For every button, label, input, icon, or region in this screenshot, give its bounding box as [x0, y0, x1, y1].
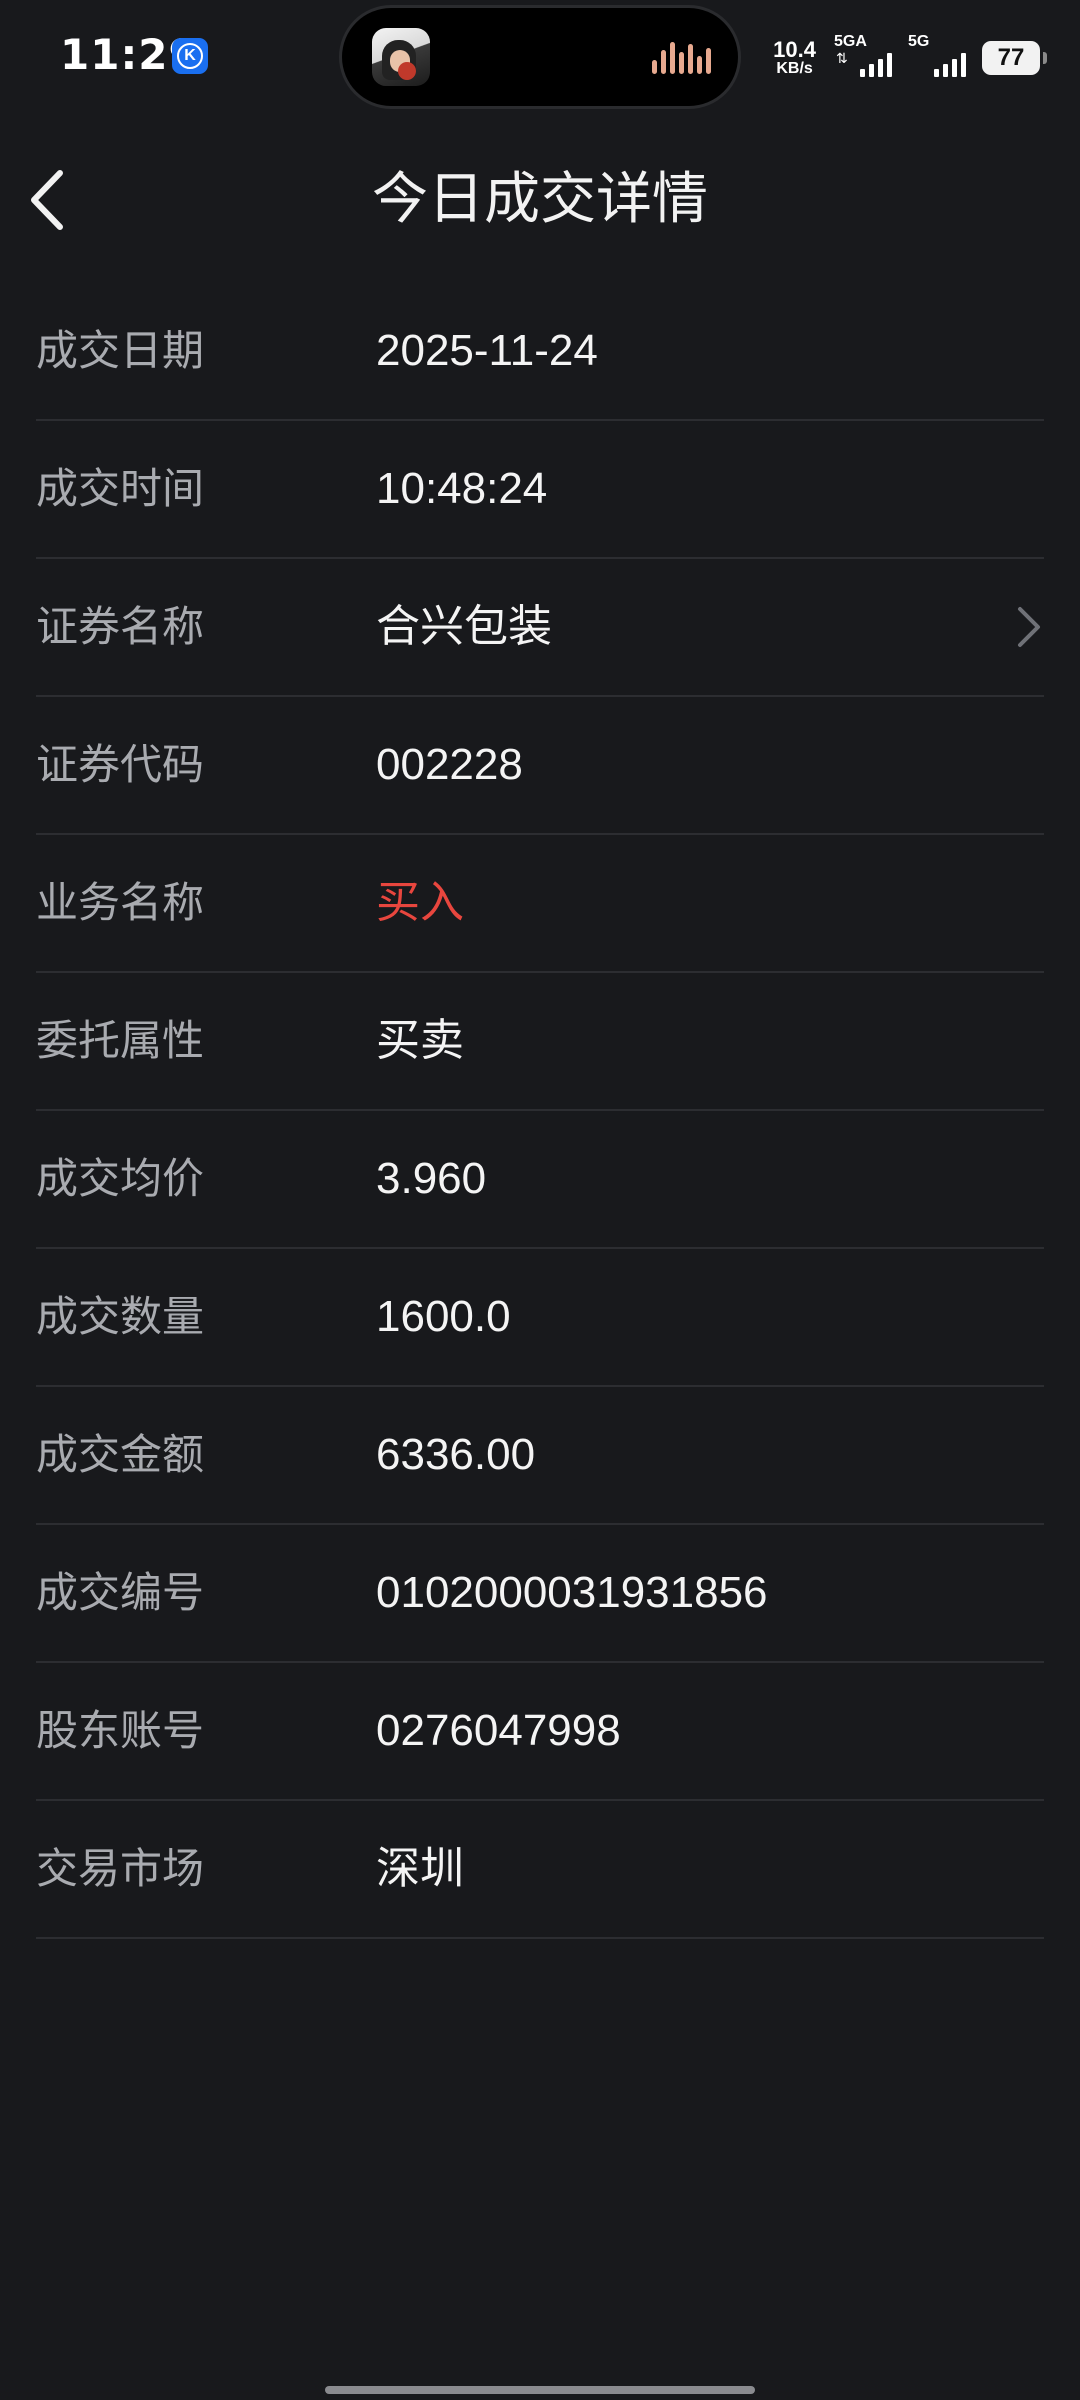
detail-label: 成交均价: [36, 1154, 205, 1203]
detail-label: 委托属性: [36, 1016, 205, 1065]
detail-value: 0276047998: [376, 1706, 621, 1755]
dynamic-island[interactable]: [342, 8, 738, 106]
detail-value: 合兴包装: [376, 601, 552, 652]
detail-value: 0102000031931856: [376, 1568, 768, 1617]
detail-row-market: 交易市场 深圳: [36, 1801, 1044, 1939]
status-bar: 11:29 K 10.4 KB/s 5GA ⇅ 5G 77: [0, 0, 1080, 116]
screen: 11:29 K 10.4 KB/s 5GA ⇅ 5G 77 今日成交详情 成交日…: [0, 0, 1080, 2400]
network-speed: 10.4 KB/s: [773, 39, 816, 77]
detail-label: 证券代码: [36, 740, 205, 789]
detail-value: 6336.00: [376, 1430, 536, 1479]
battery-icon: 77: [982, 41, 1047, 75]
detail-value-buy: 买入: [376, 877, 464, 928]
detail-value: 10:48:24: [376, 464, 548, 513]
detail-row-security-code: 证券代码 002228: [36, 697, 1044, 835]
detail-row-order-attribute: 委托属性 买卖: [36, 973, 1044, 1111]
trade-detail-list: 成交日期 2025-11-24 成交时间 10:48:24 证券名称 合兴包装 …: [36, 283, 1044, 1939]
detail-value: 002228: [376, 740, 523, 789]
detail-label: 交易市场: [36, 1844, 205, 1893]
page-title: 今日成交详情: [372, 167, 708, 232]
network-speed-unit: KB/s: [776, 60, 813, 77]
detail-row-quantity: 成交数量 1600.0: [36, 1249, 1044, 1387]
detail-row-avg-price: 成交均价 3.960: [36, 1111, 1044, 1249]
detail-label: 成交数量: [36, 1292, 205, 1341]
detail-row-trade-time: 成交时间 10:48:24: [36, 421, 1044, 559]
sim2-label: 5G: [908, 33, 930, 50]
audio-wave-icon: [652, 42, 712, 74]
detail-label: 股东账号: [36, 1706, 205, 1755]
detail-value: 2025-11-24: [376, 326, 598, 375]
music-app-icon: [372, 28, 430, 86]
detail-row-trade-number: 成交编号 0102000031931856: [36, 1525, 1044, 1663]
k-badge: K: [177, 43, 203, 69]
detail-row-amount: 成交金额 6336.00: [36, 1387, 1044, 1525]
detail-value: 深圳: [376, 1843, 464, 1894]
detail-value: 1600.0: [376, 1292, 511, 1341]
nav-bar: 今日成交详情: [0, 140, 1080, 260]
detail-value: 买卖: [376, 1015, 464, 1066]
detail-row-business-name: 业务名称 买入: [36, 835, 1044, 973]
detail-label: 成交编号: [36, 1568, 205, 1617]
detail-value: 3.960: [376, 1154, 487, 1203]
detail-label: 成交日期: [36, 326, 205, 375]
k-app-icon: K: [172, 38, 208, 74]
detail-label: 证券名称: [36, 602, 205, 651]
detail-label: 业务名称: [36, 878, 205, 927]
data-arrows-icon: ⇅: [836, 51, 848, 67]
detail-row-security-name[interactable]: 证券名称 合兴包装: [36, 559, 1044, 697]
home-indicator[interactable]: [325, 2386, 755, 2394]
detail-label: 成交时间: [36, 464, 205, 513]
signal-sim1-icon: 5GA ⇅: [834, 33, 892, 79]
sim1-label: 5GA: [834, 33, 867, 50]
detail-row-shareholder-account: 股东账号 0276047998: [36, 1663, 1044, 1801]
signal-sim2-icon: 5G: [908, 33, 966, 79]
status-indicators: 10.4 KB/s 5GA ⇅ 5G 77: [773, 33, 1047, 82]
chevron-right-icon[interactable]: [1014, 605, 1044, 649]
detail-label: 成交金额: [36, 1430, 205, 1479]
network-speed-value: 10.4: [773, 37, 816, 62]
detail-row-trade-date: 成交日期 2025-11-24: [36, 283, 1044, 421]
